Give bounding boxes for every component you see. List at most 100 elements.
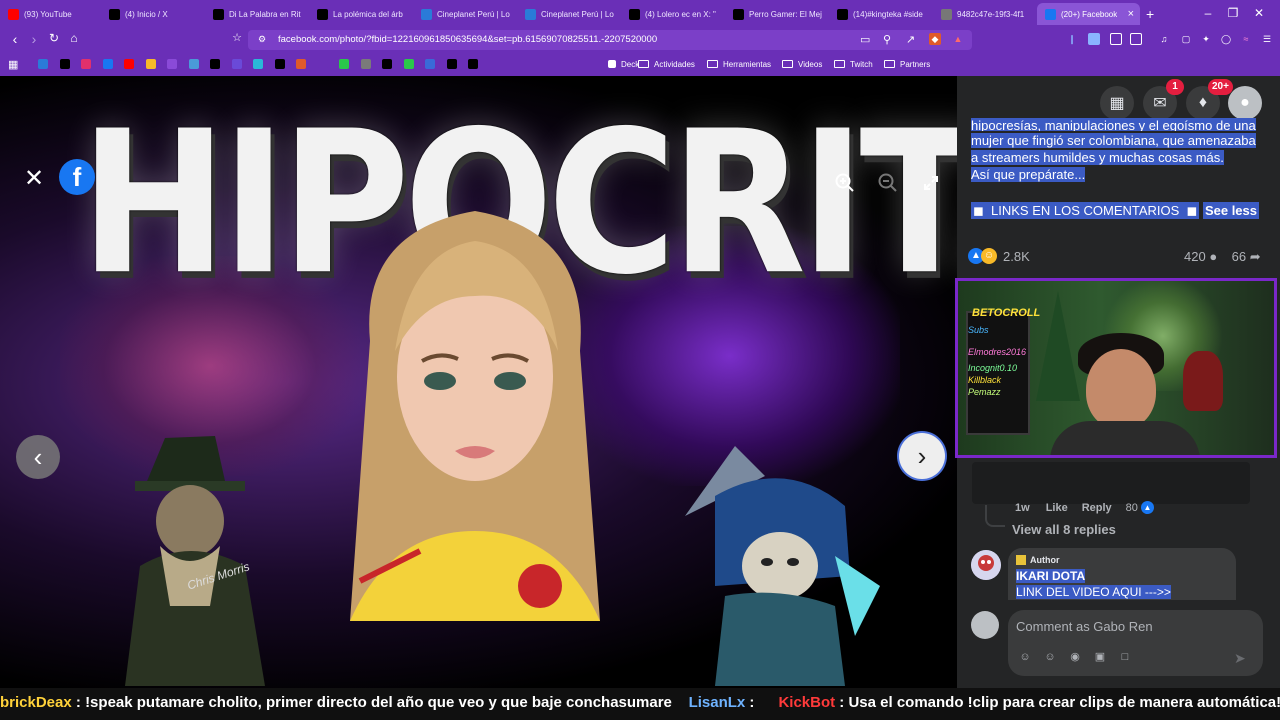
tab[interactable]: La polémica del árb (309, 3, 413, 25)
menu-icon[interactable]: ☰ (1261, 33, 1273, 45)
bookmark-folder[interactable]: Twitch (834, 57, 873, 71)
gif-icon[interactable]: ▣ (1093, 650, 1107, 664)
extension-icon[interactable] (1130, 33, 1142, 45)
bookmark-favicon-icon[interactable] (446, 57, 457, 71)
forward-button[interactable]: › (25, 31, 43, 47)
back-button[interactable]: ‹ (6, 31, 24, 47)
bookmark-favicon-icon[interactable] (210, 57, 220, 71)
emoji-icon[interactable]: ☺ (1043, 650, 1057, 664)
commenter-name[interactable]: IKARI DOTA (1016, 569, 1086, 583)
menu-grid-button[interactable]: ▦ (1100, 86, 1134, 120)
reply-time[interactable]: 1w (1015, 502, 1030, 514)
site-info-icon[interactable]: ⚙ (258, 34, 266, 45)
view-replies-link[interactable]: View all 8 replies (1012, 522, 1116, 537)
bookmark-favicon-icon[interactable] (382, 57, 392, 71)
board-line: Pemazz (968, 387, 1001, 397)
bookmark-favicon-icon[interactable] (253, 57, 263, 71)
comments-count[interactable]: 420 (1184, 249, 1206, 264)
bookmark-favicon-icon[interactable] (468, 57, 478, 71)
bookmark-favicon-icon[interactable] (231, 57, 242, 71)
folder-icon (834, 60, 845, 68)
wallet-icon[interactable]: ▢ (1180, 33, 1192, 45)
bookmark-favicon-icon[interactable] (425, 57, 435, 71)
bookmark-folder[interactable]: Deck (608, 57, 639, 71)
bookmark-favicon-icon[interactable] (403, 57, 414, 71)
tab[interactable]: Perro Gamer: El Mej (725, 3, 829, 25)
bookmark-favicon-icon[interactable] (296, 57, 306, 71)
zoom-icon[interactable]: ⚲ (883, 33, 891, 46)
commenter-avatar[interactable] (971, 550, 1001, 580)
bookmark-favicon-icon[interactable] (274, 57, 285, 71)
new-tab-button[interactable]: + (1146, 6, 1154, 22)
bookmark-folder[interactable]: Partners (884, 57, 930, 71)
bookmark-icon[interactable]: ☆ (228, 31, 246, 44)
tab[interactable]: Cineplanet Perú | Lo (413, 3, 517, 25)
avatar-image (971, 550, 1001, 580)
send-icon[interactable]: ➤ (1234, 650, 1246, 667)
account-button[interactable]: ● (1228, 86, 1262, 120)
sticker-icon[interactable]: □ (1118, 650, 1132, 664)
bookmark-favicon-icon[interactable] (124, 57, 134, 71)
bookmark-folder-label: Deck (621, 59, 640, 69)
music-icon[interactable]: ♫ (1158, 33, 1170, 45)
facebook-logo[interactable]: f (59, 159, 95, 195)
leo-ai-icon[interactable]: ✦ (1200, 33, 1212, 45)
home-button[interactable]: ⌂ (65, 31, 83, 45)
zoom-in-button[interactable] (832, 170, 858, 196)
rewards-icon[interactable]: ▲ (952, 33, 964, 45)
bookmark-favicon-icon[interactable] (317, 57, 328, 71)
tab[interactable]: Cineplanet Perú | Lo (517, 3, 621, 25)
bookmark-favicon-icon[interactable] (188, 57, 199, 71)
extension-icon[interactable] (1088, 33, 1100, 45)
close-viewer-button[interactable]: ✕ (22, 165, 46, 192)
minimize-button[interactable]: – (1198, 6, 1218, 20)
bookmark-favicon-icon[interactable] (59, 57, 70, 71)
bookmark-favicon-icon[interactable] (145, 57, 156, 71)
brave-shield-icon[interactable]: ◆ (929, 33, 941, 45)
previous-photo-button[interactable]: ‹ (16, 435, 60, 479)
bookmark-folder[interactable]: Videos (782, 57, 822, 71)
bookmark-favicon-icon[interactable] (339, 57, 349, 71)
bookmark-favicon-icon[interactable] (360, 57, 371, 71)
fullscreen-button[interactable] (920, 172, 942, 194)
favicon (188, 59, 199, 69)
my-avatar[interactable] (971, 611, 999, 639)
tab[interactable]: (93) YouTube (0, 3, 101, 25)
vpn-icon[interactable]: ◯ (1220, 33, 1232, 45)
extension-audio-icon[interactable]: ❙ (1066, 33, 1078, 45)
tab[interactable]: 9482c47e-19f3-4f1 (933, 3, 1037, 25)
next-photo-button[interactable]: › (899, 433, 945, 479)
reload-button[interactable]: ↻ (45, 31, 63, 45)
tab[interactable]: (20+) Facebook × (1037, 3, 1140, 25)
tab[interactable]: (4) Inicio / X (101, 3, 205, 25)
reactions-summary[interactable]: ▲ ☺ 2.8K (968, 246, 1030, 266)
tab[interactable]: Di La Palabra en Rit (205, 3, 309, 25)
camera-icon[interactable]: ◉ (1068, 650, 1082, 664)
favicon (296, 59, 306, 69)
zoom-out-button[interactable] (875, 170, 901, 196)
maximize-button[interactable]: ❐ (1223, 6, 1243, 20)
bookmark-favicon-icon[interactable] (102, 57, 113, 71)
bookmark-folder[interactable]: Herramientas (707, 57, 771, 71)
bookmark-folder[interactable]: Actividades (638, 57, 695, 71)
cast-icon[interactable]: ▭ (860, 33, 870, 46)
share-icon[interactable]: ↗ (906, 33, 915, 46)
apps-icon[interactable]: ▦ (8, 57, 18, 71)
favicon (145, 59, 156, 69)
close-tab-icon[interactable]: × (1128, 8, 1134, 20)
bookmark-favicon-icon[interactable] (38, 57, 48, 71)
bookmark-favicon-icon[interactable] (167, 57, 177, 71)
favicon (38, 59, 48, 69)
see-less-link[interactable]: See less (1202, 202, 1259, 219)
tab[interactable]: (14)#kingteka #side (829, 3, 933, 25)
extension-icon[interactable]: ≈ (1240, 33, 1252, 45)
tab[interactable]: (4) Lolero ec en X: " (621, 3, 725, 25)
shares-count[interactable]: 66 (1232, 249, 1246, 264)
comment-text-content: LINK DEL VIDEO AQUI --->> (1016, 585, 1171, 599)
extension-icon[interactable] (1110, 33, 1122, 45)
avatar-sticker-icon[interactable]: ☺ (1018, 650, 1032, 664)
like-comment-button[interactable]: Like (1046, 502, 1068, 514)
reply-comment-button[interactable]: Reply (1082, 502, 1112, 514)
close-window-button[interactable]: ✕ (1249, 6, 1269, 20)
bookmark-favicon-icon[interactable] (81, 57, 91, 71)
